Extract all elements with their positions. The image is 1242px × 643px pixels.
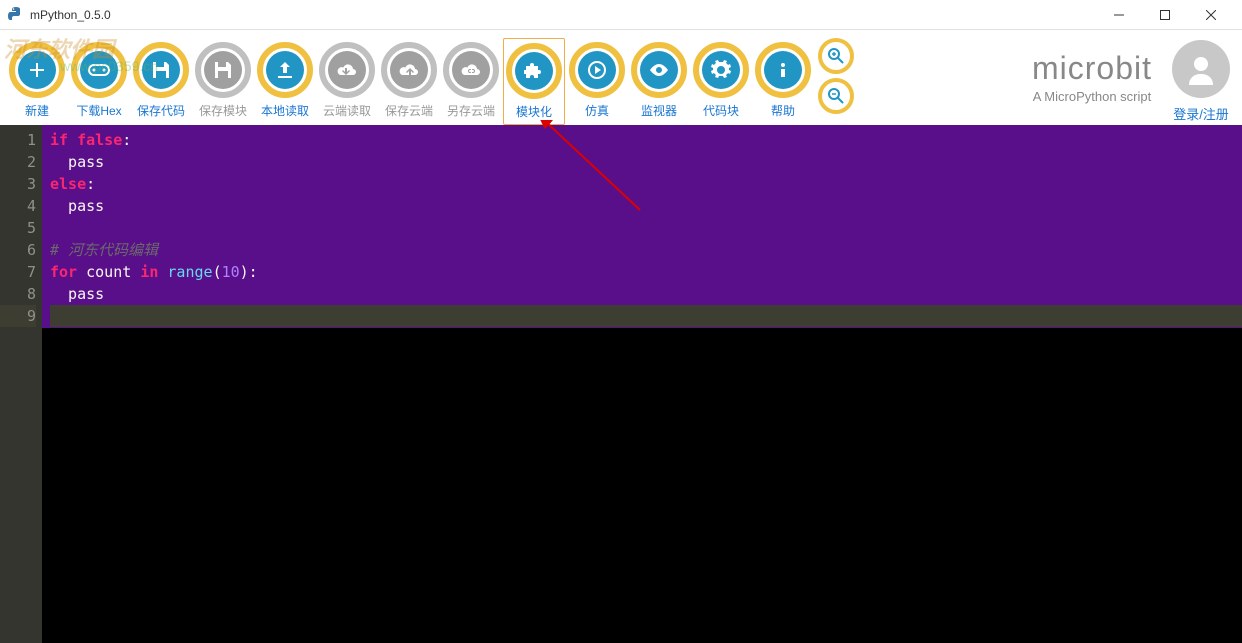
code-line	[50, 217, 1242, 239]
saveas-cloud-button[interactable]: 另存云端	[441, 38, 501, 123]
save-icon	[151, 60, 171, 80]
code-line: pass	[50, 283, 1242, 305]
user-area: 登录/注册	[1172, 40, 1230, 123]
line-number: 1	[0, 129, 36, 151]
new-label: 新建	[25, 102, 49, 119]
line-number: 7	[0, 261, 36, 283]
download-hex-label: 下载Hex	[76, 102, 121, 119]
save-module-button[interactable]: 保存模块	[193, 38, 253, 123]
save-cloud-label: 保存云端	[385, 102, 433, 119]
line-number: 3	[0, 173, 36, 195]
code-editor[interactable]: 1 2 3 4 5 6 7 8 9 if false: pass else: p…	[0, 125, 1242, 643]
code-line-current	[50, 305, 1242, 327]
minimize-button[interactable]	[1096, 0, 1142, 30]
brand-title: microbit	[1032, 50, 1152, 87]
save-code-button[interactable]: 保存代码	[131, 38, 191, 123]
local-read-label: 本地读取	[261, 102, 309, 119]
cloud-read-label: 云端读取	[323, 102, 371, 119]
cloud-link-icon	[460, 62, 482, 78]
window-titlebar: mPython_0.5.0	[0, 0, 1242, 30]
zoom-in-icon	[827, 47, 845, 65]
line-number: 4	[0, 195, 36, 217]
monitor-button[interactable]: 监视器	[629, 38, 689, 123]
saveas-cloud-label: 另存云端	[447, 102, 495, 119]
code-line: # 河东代码编辑	[50, 239, 1242, 261]
line-number: 8	[0, 283, 36, 305]
local-read-button[interactable]: 本地读取	[255, 38, 315, 123]
code-line: pass	[50, 151, 1242, 173]
blockly-button[interactable]: 模块化	[503, 38, 565, 125]
avatar[interactable]	[1172, 40, 1230, 98]
monitor-label: 监视器	[641, 102, 677, 119]
line-number: 6	[0, 239, 36, 261]
zoom-out-icon	[827, 87, 845, 105]
help-button[interactable]: 帮助	[753, 38, 813, 123]
cloud-download-icon	[336, 62, 358, 78]
save-code-label: 保存代码	[137, 102, 185, 119]
line-gutter: 1 2 3 4 5 6 7 8 9	[0, 125, 42, 643]
cloud-upload-icon	[398, 62, 420, 78]
save-cloud-button[interactable]: 保存云端	[379, 38, 439, 123]
code-line: for count in range(10):	[50, 261, 1242, 283]
line-number: 9	[0, 305, 36, 327]
code-line: else:	[50, 173, 1242, 195]
window-controls	[1096, 0, 1234, 30]
app-icon	[8, 7, 24, 23]
upload-icon	[275, 60, 295, 80]
code-block-label: 代码块	[703, 102, 739, 119]
window-title: mPython_0.5.0	[30, 8, 1096, 22]
editor-empty-area	[42, 328, 1242, 643]
close-button[interactable]	[1188, 0, 1234, 30]
gear-icon	[711, 60, 731, 80]
puzzle-icon	[524, 61, 544, 81]
cloud-read-button[interactable]: 云端读取	[317, 38, 377, 123]
code-block-button[interactable]: 代码块	[691, 38, 751, 123]
maximize-button[interactable]	[1142, 0, 1188, 30]
zoom-in-button[interactable]	[818, 38, 854, 74]
plus-icon	[27, 60, 47, 80]
eye-icon	[648, 62, 670, 78]
blockly-label: 模块化	[516, 103, 552, 120]
info-icon	[773, 60, 793, 80]
main-toolbar: 新建 下载Hex 保存代码 保存模块 本地读取 云端读取 保存云端 另存云端 模…	[0, 30, 1242, 125]
code-content[interactable]: if false: pass else: pass # 河东代码编辑 for c…	[42, 125, 1242, 643]
brand-subtitle: A MicroPython script	[1032, 89, 1152, 104]
new-button[interactable]: 新建	[7, 38, 67, 123]
download-hex-button[interactable]: 下载Hex	[69, 38, 129, 123]
zoom-buttons	[818, 38, 854, 114]
save-module-icon	[213, 60, 233, 80]
simulate-button[interactable]: 仿真	[567, 38, 627, 123]
code-line: pass	[50, 195, 1242, 217]
help-label: 帮助	[771, 102, 795, 119]
zoom-out-button[interactable]	[818, 78, 854, 114]
simulate-label: 仿真	[585, 102, 609, 119]
user-icon	[1183, 51, 1219, 87]
microbit-icon	[87, 61, 111, 79]
play-circle-icon	[587, 60, 607, 80]
brand-area: microbit A MicroPython script	[1032, 50, 1152, 104]
code-line: if false:	[50, 129, 1242, 151]
line-number: 5	[0, 217, 36, 239]
login-link[interactable]: 登录/注册	[1172, 104, 1230, 123]
save-module-label: 保存模块	[199, 102, 247, 119]
line-number: 2	[0, 151, 36, 173]
